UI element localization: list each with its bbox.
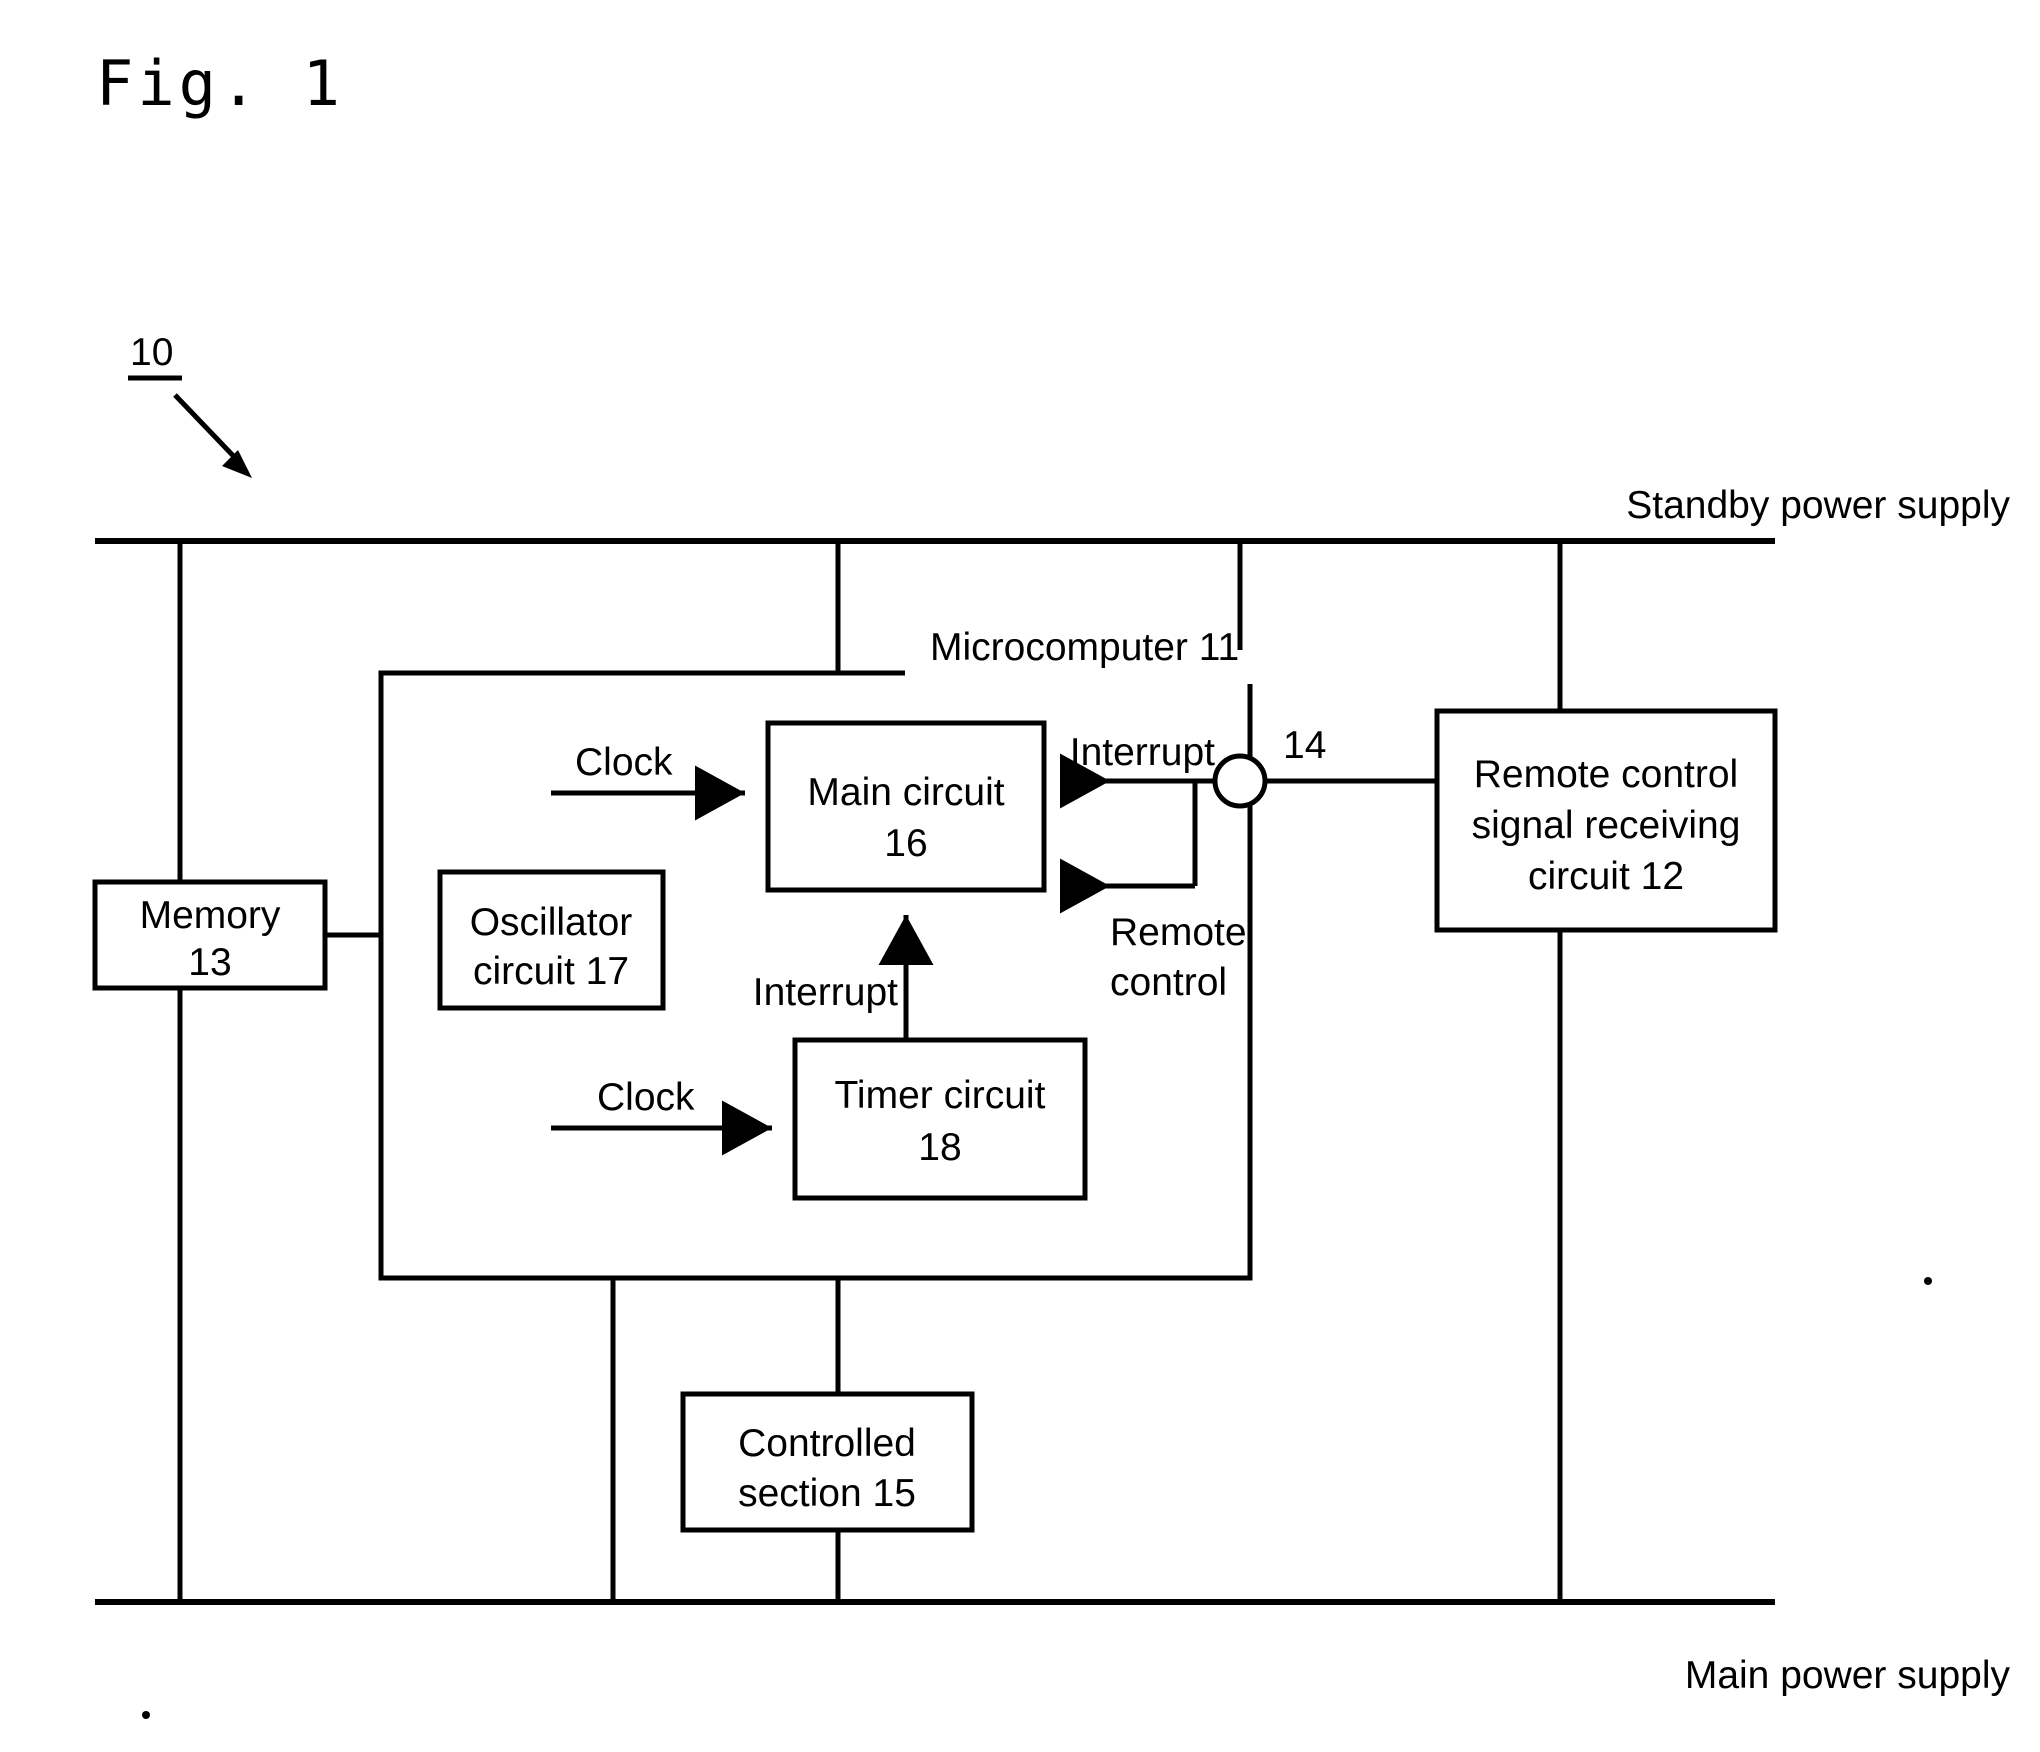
node-14-label: 14 bbox=[1283, 724, 1326, 767]
figure-canvas: Fig. 1 10 Standby power supply Main powe… bbox=[0, 0, 2040, 1752]
standby-power-supply-label: Standby power supply bbox=[1626, 484, 2010, 527]
timer-circuit-label-line1: Timer circuit bbox=[835, 1074, 1046, 1117]
controlled-section-label-line1: Controlled bbox=[738, 1422, 916, 1465]
oscillator-circuit-label-line2: circuit 17 bbox=[473, 950, 629, 993]
page-artifact-dot bbox=[142, 1711, 150, 1719]
page-artifact-dot-right bbox=[1924, 1277, 1932, 1285]
main-circuit-label-line2: 16 bbox=[884, 822, 927, 865]
memory-label-line1: Memory bbox=[140, 894, 281, 937]
block-diagram: Fig. 1 10 Standby power supply Main powe… bbox=[92, 47, 2011, 1719]
timer-circuit-box[interactable] bbox=[792, 1037, 1088, 1201]
reference-numeral-10: 10 bbox=[128, 331, 252, 478]
remote-receiver-label-line1: Remote control bbox=[1474, 753, 1738, 796]
remote-control-label-line2: control bbox=[1110, 961, 1227, 1004]
node-14-circle bbox=[1212, 753, 1268, 809]
oscillator-circuit-label-line1: Oscillator bbox=[470, 901, 633, 944]
memory-label-line2: 13 bbox=[188, 941, 231, 984]
reference-numeral-10-label: 10 bbox=[130, 331, 173, 374]
remote-control-label-line1: Remote bbox=[1110, 911, 1247, 954]
main-circuit-label-line1: Main circuit bbox=[807, 771, 1004, 814]
clock-bottom-label: Clock bbox=[597, 1076, 695, 1119]
main-power-supply-label: Main power supply bbox=[1685, 1654, 2011, 1697]
interrupt-remote-label: Interrupt bbox=[1070, 731, 1215, 774]
interrupt-timer-label: Interrupt bbox=[753, 971, 898, 1014]
remote-receiver-label-line2: signal receiving bbox=[1472, 804, 1741, 847]
timer-circuit-label-line2: 18 bbox=[918, 1126, 961, 1169]
reference-leader-arrowhead bbox=[222, 450, 252, 478]
remote-receiver-label-line3: circuit 12 bbox=[1528, 855, 1684, 898]
controlled-section-label-line2: section 15 bbox=[738, 1472, 916, 1515]
microcomputer-label: Microcomputer 11 bbox=[930, 626, 1239, 669]
page-title: Fig. 1 bbox=[96, 47, 344, 120]
clock-top-label: Clock bbox=[575, 741, 673, 784]
